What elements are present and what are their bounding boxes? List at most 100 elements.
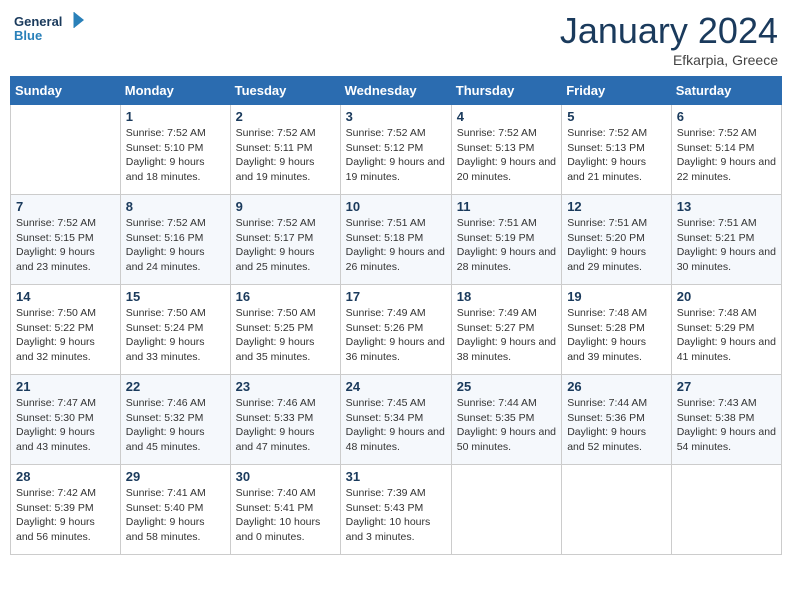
calendar-cell: 10 Sunrise: 7:51 AMSunset: 5:18 PMDaylig…	[340, 195, 451, 285]
day-number: 29	[126, 469, 225, 484]
calendar-cell: 21 Sunrise: 7:47 AMSunset: 5:30 PMDaylig…	[11, 375, 121, 465]
title-block: January 2024 Efkarpia, Greece	[560, 10, 778, 68]
calendar-cell: 16 Sunrise: 7:50 AMSunset: 5:25 PMDaylig…	[230, 285, 340, 375]
day-info: Sunrise: 7:44 AMSunset: 5:36 PMDaylight:…	[567, 396, 666, 455]
day-info: Sunrise: 7:51 AMSunset: 5:18 PMDaylight:…	[346, 216, 446, 275]
weekday-header-wednesday: Wednesday	[340, 77, 451, 105]
day-number: 16	[236, 289, 335, 304]
day-info: Sunrise: 7:52 AMSunset: 5:13 PMDaylight:…	[567, 126, 666, 185]
calendar-cell	[562, 465, 672, 555]
weekday-header-saturday: Saturday	[671, 77, 781, 105]
calendar-table: SundayMondayTuesdayWednesdayThursdayFrid…	[10, 76, 782, 555]
calendar-cell: 17 Sunrise: 7:49 AMSunset: 5:26 PMDaylig…	[340, 285, 451, 375]
day-number: 24	[346, 379, 446, 394]
calendar-cell: 4 Sunrise: 7:52 AMSunset: 5:13 PMDayligh…	[451, 105, 561, 195]
calendar-cell: 20 Sunrise: 7:48 AMSunset: 5:29 PMDaylig…	[671, 285, 781, 375]
day-info: Sunrise: 7:48 AMSunset: 5:29 PMDaylight:…	[677, 306, 776, 365]
day-info: Sunrise: 7:52 AMSunset: 5:12 PMDaylight:…	[346, 126, 446, 185]
calendar-cell: 13 Sunrise: 7:51 AMSunset: 5:21 PMDaylig…	[671, 195, 781, 285]
day-number: 9	[236, 199, 335, 214]
day-info: Sunrise: 7:52 AMSunset: 5:13 PMDaylight:…	[457, 126, 556, 185]
calendar-cell	[671, 465, 781, 555]
weekday-header-thursday: Thursday	[451, 77, 561, 105]
day-number: 27	[677, 379, 776, 394]
day-number: 11	[457, 199, 556, 214]
day-info: Sunrise: 7:44 AMSunset: 5:35 PMDaylight:…	[457, 396, 556, 455]
calendar-cell: 18 Sunrise: 7:49 AMSunset: 5:27 PMDaylig…	[451, 285, 561, 375]
day-number: 8	[126, 199, 225, 214]
day-info: Sunrise: 7:46 AMSunset: 5:33 PMDaylight:…	[236, 396, 335, 455]
calendar-cell	[11, 105, 121, 195]
weekday-header-friday: Friday	[562, 77, 672, 105]
day-info: Sunrise: 7:52 AMSunset: 5:17 PMDaylight:…	[236, 216, 335, 275]
calendar-cell: 6 Sunrise: 7:52 AMSunset: 5:14 PMDayligh…	[671, 105, 781, 195]
calendar-cell: 8 Sunrise: 7:52 AMSunset: 5:16 PMDayligh…	[120, 195, 230, 285]
day-number: 5	[567, 109, 666, 124]
day-info: Sunrise: 7:46 AMSunset: 5:32 PMDaylight:…	[126, 396, 225, 455]
day-info: Sunrise: 7:41 AMSunset: 5:40 PMDaylight:…	[126, 486, 225, 545]
day-number: 25	[457, 379, 556, 394]
day-info: Sunrise: 7:50 AMSunset: 5:25 PMDaylight:…	[236, 306, 335, 365]
day-info: Sunrise: 7:49 AMSunset: 5:27 PMDaylight:…	[457, 306, 556, 365]
day-info: Sunrise: 7:52 AMSunset: 5:16 PMDaylight:…	[126, 216, 225, 275]
day-number: 12	[567, 199, 666, 214]
calendar-cell: 14 Sunrise: 7:50 AMSunset: 5:22 PMDaylig…	[11, 285, 121, 375]
calendar-cell: 3 Sunrise: 7:52 AMSunset: 5:12 PMDayligh…	[340, 105, 451, 195]
calendar-cell	[451, 465, 561, 555]
day-info: Sunrise: 7:52 AMSunset: 5:15 PMDaylight:…	[16, 216, 115, 275]
page-header: General Blue January 2024 Efkarpia, Gree…	[10, 10, 782, 68]
day-number: 26	[567, 379, 666, 394]
calendar-cell: 9 Sunrise: 7:52 AMSunset: 5:17 PMDayligh…	[230, 195, 340, 285]
day-info: Sunrise: 7:52 AMSunset: 5:10 PMDaylight:…	[126, 126, 225, 185]
day-number: 4	[457, 109, 556, 124]
calendar-cell: 23 Sunrise: 7:46 AMSunset: 5:33 PMDaylig…	[230, 375, 340, 465]
weekday-header-tuesday: Tuesday	[230, 77, 340, 105]
day-number: 30	[236, 469, 335, 484]
calendar-cell: 1 Sunrise: 7:52 AMSunset: 5:10 PMDayligh…	[120, 105, 230, 195]
svg-text:General: General	[14, 14, 62, 29]
day-number: 13	[677, 199, 776, 214]
calendar-cell: 12 Sunrise: 7:51 AMSunset: 5:20 PMDaylig…	[562, 195, 672, 285]
day-info: Sunrise: 7:47 AMSunset: 5:30 PMDaylight:…	[16, 396, 115, 455]
day-number: 22	[126, 379, 225, 394]
calendar-cell: 15 Sunrise: 7:50 AMSunset: 5:24 PMDaylig…	[120, 285, 230, 375]
day-number: 1	[126, 109, 225, 124]
day-info: Sunrise: 7:48 AMSunset: 5:28 PMDaylight:…	[567, 306, 666, 365]
weekday-header-sunday: Sunday	[11, 77, 121, 105]
day-number: 17	[346, 289, 446, 304]
calendar-cell: 31 Sunrise: 7:39 AMSunset: 5:43 PMDaylig…	[340, 465, 451, 555]
week-row-4: 21 Sunrise: 7:47 AMSunset: 5:30 PMDaylig…	[11, 375, 782, 465]
calendar-cell: 19 Sunrise: 7:48 AMSunset: 5:28 PMDaylig…	[562, 285, 672, 375]
day-number: 6	[677, 109, 776, 124]
logo: General Blue	[14, 10, 84, 55]
calendar-cell: 24 Sunrise: 7:45 AMSunset: 5:34 PMDaylig…	[340, 375, 451, 465]
day-number: 18	[457, 289, 556, 304]
calendar-cell: 28 Sunrise: 7:42 AMSunset: 5:39 PMDaylig…	[11, 465, 121, 555]
calendar-cell: 30 Sunrise: 7:40 AMSunset: 5:41 PMDaylig…	[230, 465, 340, 555]
day-info: Sunrise: 7:42 AMSunset: 5:39 PMDaylight:…	[16, 486, 115, 545]
day-number: 7	[16, 199, 115, 214]
calendar-cell: 25 Sunrise: 7:44 AMSunset: 5:35 PMDaylig…	[451, 375, 561, 465]
calendar-cell: 2 Sunrise: 7:52 AMSunset: 5:11 PMDayligh…	[230, 105, 340, 195]
week-row-3: 14 Sunrise: 7:50 AMSunset: 5:22 PMDaylig…	[11, 285, 782, 375]
day-number: 20	[677, 289, 776, 304]
day-number: 21	[16, 379, 115, 394]
day-number: 19	[567, 289, 666, 304]
day-number: 23	[236, 379, 335, 394]
day-number: 14	[16, 289, 115, 304]
weekday-header-monday: Monday	[120, 77, 230, 105]
week-row-1: 1 Sunrise: 7:52 AMSunset: 5:10 PMDayligh…	[11, 105, 782, 195]
day-info: Sunrise: 7:45 AMSunset: 5:34 PMDaylight:…	[346, 396, 446, 455]
calendar-cell: 5 Sunrise: 7:52 AMSunset: 5:13 PMDayligh…	[562, 105, 672, 195]
day-info: Sunrise: 7:39 AMSunset: 5:43 PMDaylight:…	[346, 486, 446, 545]
week-row-2: 7 Sunrise: 7:52 AMSunset: 5:15 PMDayligh…	[11, 195, 782, 285]
day-info: Sunrise: 7:52 AMSunset: 5:11 PMDaylight:…	[236, 126, 335, 185]
month-title: January 2024	[560, 10, 778, 52]
day-info: Sunrise: 7:51 AMSunset: 5:19 PMDaylight:…	[457, 216, 556, 275]
day-number: 28	[16, 469, 115, 484]
weekday-header-row: SundayMondayTuesdayWednesdayThursdayFrid…	[11, 77, 782, 105]
day-number: 3	[346, 109, 446, 124]
day-number: 2	[236, 109, 335, 124]
day-info: Sunrise: 7:51 AMSunset: 5:21 PMDaylight:…	[677, 216, 776, 275]
week-row-5: 28 Sunrise: 7:42 AMSunset: 5:39 PMDaylig…	[11, 465, 782, 555]
